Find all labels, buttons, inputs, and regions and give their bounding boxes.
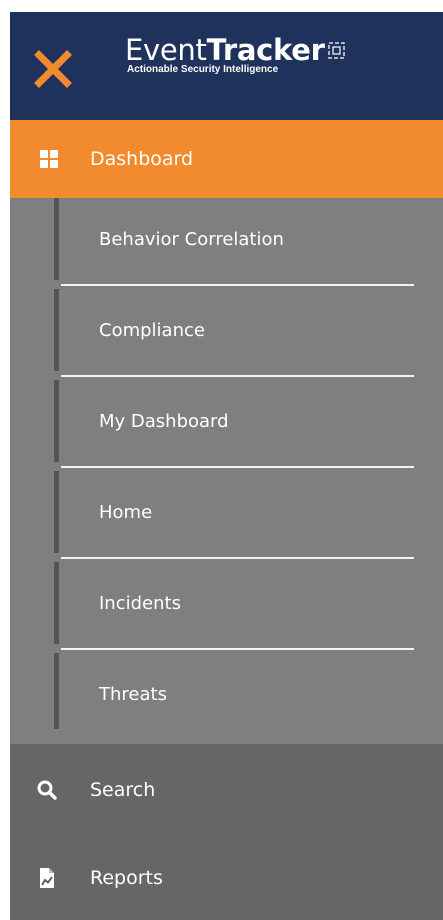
logo-mark-icon [327, 41, 345, 59]
divider [61, 557, 414, 559]
nav-item-label: Reports [90, 867, 163, 889]
sidebar: EventTracker Actionable Security Intelli… [10, 12, 443, 920]
nav-item-dashboard[interactable]: Dashboard [10, 120, 443, 198]
submenu-item-label: Home [99, 502, 153, 523]
submenu-item-my-dashboard[interactable]: My Dashboard [10, 380, 443, 471]
submenu-indent-bar [54, 198, 59, 280]
submenu-indent-bar [54, 653, 59, 729]
submenu-item-incidents[interactable]: Incidents [10, 562, 443, 653]
report-icon [40, 868, 54, 888]
divider [61, 375, 414, 377]
submenu-item-compliance[interactable]: Compliance [10, 289, 443, 380]
submenu-indent-bar [54, 380, 59, 462]
submenu-item-label: My Dashboard [99, 411, 229, 432]
divider [61, 648, 414, 650]
divider [61, 284, 414, 286]
submenu-item-home[interactable]: Home [10, 471, 443, 562]
submenu-item-label: Behavior Correlation [99, 229, 284, 250]
submenu-item-threats[interactable]: Threats [10, 653, 443, 744]
app-logo: EventTracker Actionable Security Intelli… [125, 34, 345, 75]
search-icon [37, 780, 57, 800]
logo-event-text: Event [125, 33, 207, 67]
submenu-item-label: Threats [99, 684, 167, 705]
sidebar-header: EventTracker Actionable Security Intelli… [10, 12, 443, 120]
submenu-item-behavior-correlation[interactable]: Behavior Correlation [10, 198, 443, 289]
nav-item-reports[interactable]: Reports [10, 832, 443, 920]
divider [61, 466, 414, 468]
submenu-indent-bar [54, 471, 59, 553]
submenu-indent-bar [54, 289, 59, 371]
nav-item-label: Search [90, 779, 156, 801]
submenu-indent-bar [54, 562, 59, 644]
close-icon[interactable] [32, 48, 74, 90]
nav-item-label: Dashboard [90, 148, 194, 170]
logo-tracker-text: Tracker [206, 33, 325, 67]
submenu-item-label: Compliance [99, 320, 205, 341]
grid-icon [40, 150, 58, 168]
dashboard-submenu: Behavior Correlation Compliance My Dashb… [10, 198, 443, 744]
nav-item-search[interactable]: Search [10, 744, 443, 832]
submenu-item-label: Incidents [99, 593, 181, 614]
